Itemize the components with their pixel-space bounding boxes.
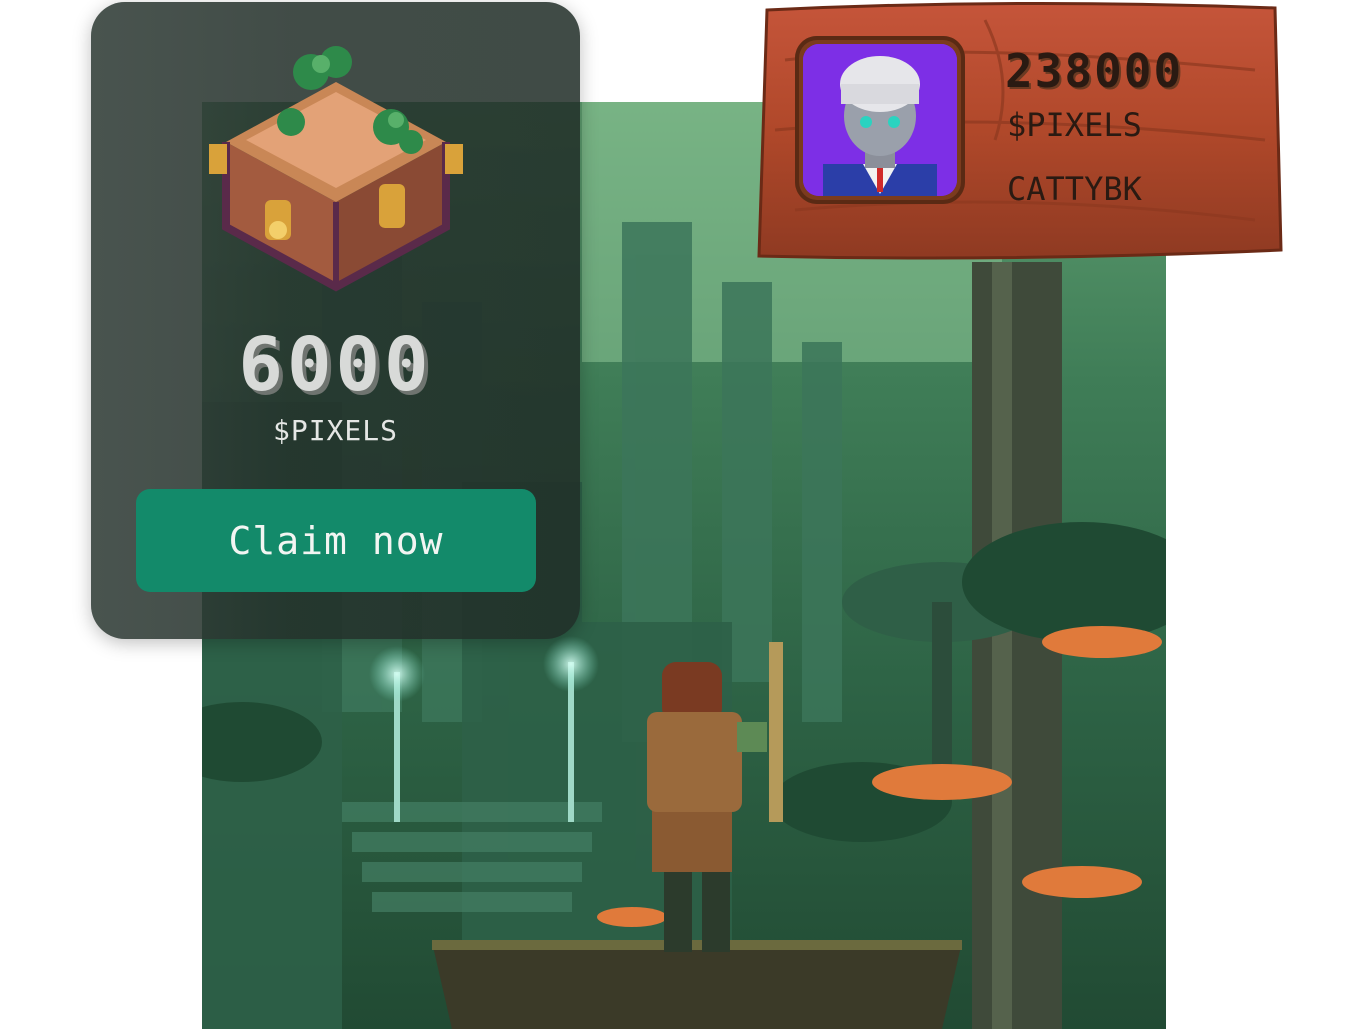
reward-amount: 6000 xyxy=(238,322,433,408)
avatar-frame xyxy=(795,36,965,204)
treasure-chest-icon xyxy=(209,46,463,292)
player-avatar xyxy=(803,44,957,196)
wallet-balance: 238000 xyxy=(1005,44,1184,98)
claim-now-button[interactable]: Claim now xyxy=(136,489,536,592)
explorer-character xyxy=(647,642,783,952)
wallet-sign: 238000 $PIXELS CATTYBK xyxy=(755,0,1283,262)
wallet-currency: $PIXELS xyxy=(1007,106,1142,144)
avatar xyxy=(803,44,957,196)
reward-card: 6000 $PIXELS Claim now xyxy=(91,2,580,639)
reward-currency: $PIXELS xyxy=(272,414,398,447)
wallet-username: CATTYBK xyxy=(1007,170,1142,208)
